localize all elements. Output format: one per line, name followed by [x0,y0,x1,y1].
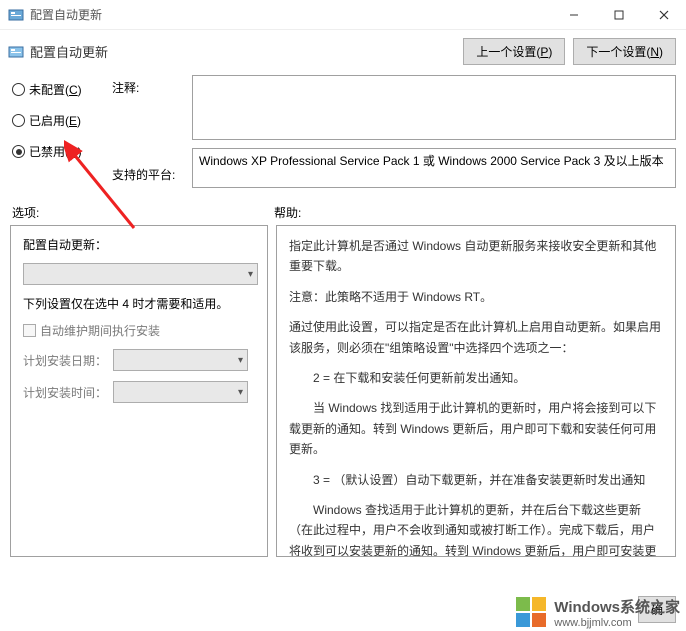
page-title: 配置自动更新 [30,42,455,61]
chevron-down-icon: ▾ [238,355,243,366]
options-section-label: 选项: [12,204,274,221]
ok-button-text: 确 [651,603,663,617]
ok-button[interactable]: 确 [638,596,676,623]
app-icon [8,7,24,23]
radio-enabled-label: 已启用(E) [29,112,81,129]
help-pane[interactable]: 指定此计算机是否通过 Windows 自动更新服务来接收安全更新和其他重要下载。… [276,225,676,557]
close-button[interactable] [641,0,686,30]
maintenance-checkbox-label: 自动维护期间执行安装 [40,322,160,339]
help-p5: 当 Windows 找到适用于此计算机的更新时，用户将会接到可以下载更新的通知。… [289,398,663,459]
help-p3: 通过使用此设置，可以指定是否在此计算机上启用自动更新。如果启用该服务，则必须在"… [289,317,663,358]
radio-circle-icon [12,114,25,127]
prev-button-close: ) [548,45,552,59]
options-title: 配置自动更新： [23,236,255,253]
install-time-select[interactable]: ▾ [113,381,248,403]
chevron-down-icon: ▾ [248,269,253,280]
supported-platforms-text: Windows XP Professional Service Pack 1 或… [192,148,676,188]
next-button-key: N [650,45,659,59]
radio-disabled[interactable]: 已禁用(D) [12,143,102,160]
radio-not-configured[interactable]: 未配置(C) [12,81,102,98]
install-date-label: 计划安装日期： [23,352,107,369]
checkbox-icon [23,324,36,337]
radio-circle-icon [12,83,25,96]
config-select[interactable]: ▾ [23,263,258,285]
help-p7: Windows 查找适用于此计算机的更新，并在后台下载这些更新（在此过程中，用户… [289,500,663,557]
policy-icon [8,44,24,60]
radio-disabled-label: 已禁用(D) [29,143,82,160]
help-section-label: 帮助: [274,204,676,221]
radio-enabled[interactable]: 已启用(E) [12,112,102,129]
radio-not-configured-label: 未配置(C) [29,81,82,98]
options-note: 下列设置仅在选中 4 时才需要和适用。 [23,295,255,312]
help-p2: 注意：此策略不适用于 Windows RT。 [289,287,663,307]
prev-button-text: 上一个设置( [476,45,540,59]
radio-circle-checked-icon [12,145,25,158]
minimize-button[interactable] [551,0,596,30]
options-pane: 配置自动更新： ▾ 下列设置仅在选中 4 时才需要和适用。 自动维护期间执行安装… [10,225,268,557]
supported-platforms-label: 支持的平台: [112,166,182,183]
comment-textarea[interactable] [192,75,676,140]
help-p4: 2 = 在下载和安装任何更新前发出通知。 [289,368,663,388]
maintenance-checkbox-row[interactable]: 自动维护期间执行安装 [23,322,255,339]
comment-label: 注释: [112,79,182,96]
help-p1: 指定此计算机是否通过 Windows 自动更新服务来接收安全更新和其他重要下载。 [289,236,663,277]
previous-setting-button[interactable]: 上一个设置(P) [463,38,565,65]
chevron-down-icon: ▾ [238,387,243,398]
next-button-text: 下一个设置( [586,45,650,59]
next-button-close: ) [659,45,663,59]
install-time-label: 计划安装时间： [23,384,107,401]
window-title: 配置自动更新 [30,6,551,23]
maximize-button[interactable] [596,0,641,30]
help-p6: 3 = （默认设置）自动下载更新，并在准备安装更新时发出通知 [289,470,663,490]
install-date-select[interactable]: ▾ [113,349,248,371]
next-setting-button[interactable]: 下一个设置(N) [573,38,676,65]
